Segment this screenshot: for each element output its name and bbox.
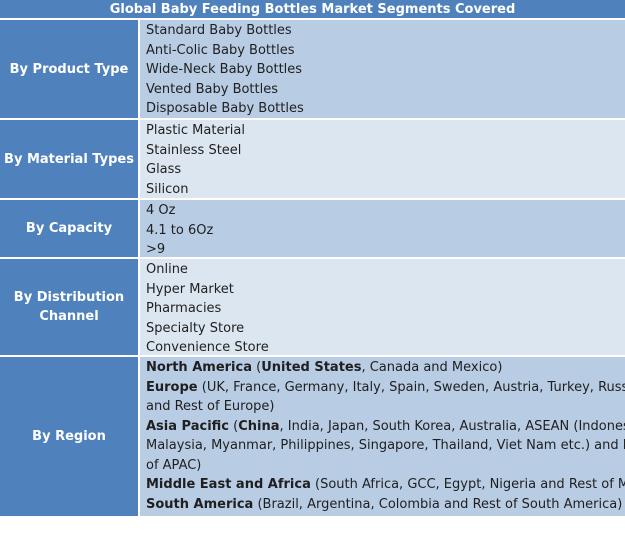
list-item: Standard Baby Bottles	[146, 23, 292, 38]
row-values-capacity: 4 Oz 4.1 to 6Oz >9	[140, 200, 625, 257]
row-label-capacity: By Capacity	[0, 200, 138, 257]
row-region: By Region North America (United States, …	[0, 357, 625, 516]
list-item: Pharmacies	[146, 301, 222, 316]
row-label-region: By Region	[0, 357, 138, 516]
list-item: Glass	[146, 162, 182, 177]
list-item: Silicon	[146, 181, 189, 197]
row-values-product-type: Standard Baby Bottles Anti-Colic Baby Bo…	[140, 20, 625, 118]
list-item: Online	[146, 262, 188, 277]
list-item: 4.1 to 6Oz	[146, 222, 214, 238]
row-capacity: By Capacity 4 Oz 4.1 to 6Oz >9	[0, 200, 625, 257]
row-label-product-type: By Product Type	[0, 20, 138, 118]
row-product-type: By Product Type Standard Baby Bottles An…	[0, 20, 625, 118]
row-values-region: North America (United States, Canada and…	[140, 357, 625, 516]
list-item: Disposable Baby Bottles	[146, 101, 304, 116]
region-asia-pacific: Asia Pacific (China, India, Japan, South…	[146, 418, 625, 434]
region-europe-cont: and Rest of Europe)	[146, 399, 275, 414]
row-material-types: By Material Types Plastic Material Stain…	[0, 120, 625, 198]
region-north-america: North America (United States, Canada and…	[146, 360, 503, 375]
segments-table: Global Baby Feeding Bottles Market Segme…	[0, 0, 625, 516]
row-label-line: Channel	[39, 309, 99, 324]
list-item: Wide-Neck Baby Bottles	[146, 62, 303, 77]
region-asia-pacific-cont: Malaysia, Myanmar, Philippines, Singapor…	[146, 438, 625, 453]
list-item: Vented Baby Bottles	[146, 81, 279, 97]
row-values-material-types: Plastic Material Stainless Steel Glass S…	[140, 120, 625, 198]
row-values-distribution-channel: Online Hyper Market Pharmacies Specialty…	[140, 259, 625, 355]
list-item: Specialty Store	[146, 320, 245, 336]
region-south-america: South America (Brazil, Argentina, Colomb…	[146, 496, 623, 512]
row-label-distribution-channel: By Distribution Channel	[0, 259, 138, 355]
region-middle-east-africa: Middle East and Africa (South Africa, GC…	[146, 477, 625, 492]
row-label-line: By Distribution	[13, 290, 125, 305]
table-title: Global Baby Feeding Bottles Market Segme…	[0, 0, 625, 20]
row-label-material-types: By Material Types	[0, 120, 138, 198]
list-item: Hyper Market	[146, 281, 234, 297]
list-item: Plastic Material	[146, 123, 245, 138]
list-item: 4 Oz	[146, 203, 176, 218]
list-item: Stainless Steel	[146, 142, 242, 158]
list-item: Anti-Colic Baby Bottles	[146, 42, 295, 58]
region-asia-pacific-cont: of APAC)	[146, 457, 202, 473]
region-europe: Europe (UK, France, Germany, Italy, Spai…	[146, 379, 625, 395]
row-distribution-channel: By Distribution Channel Online Hyper Mar…	[0, 259, 625, 355]
